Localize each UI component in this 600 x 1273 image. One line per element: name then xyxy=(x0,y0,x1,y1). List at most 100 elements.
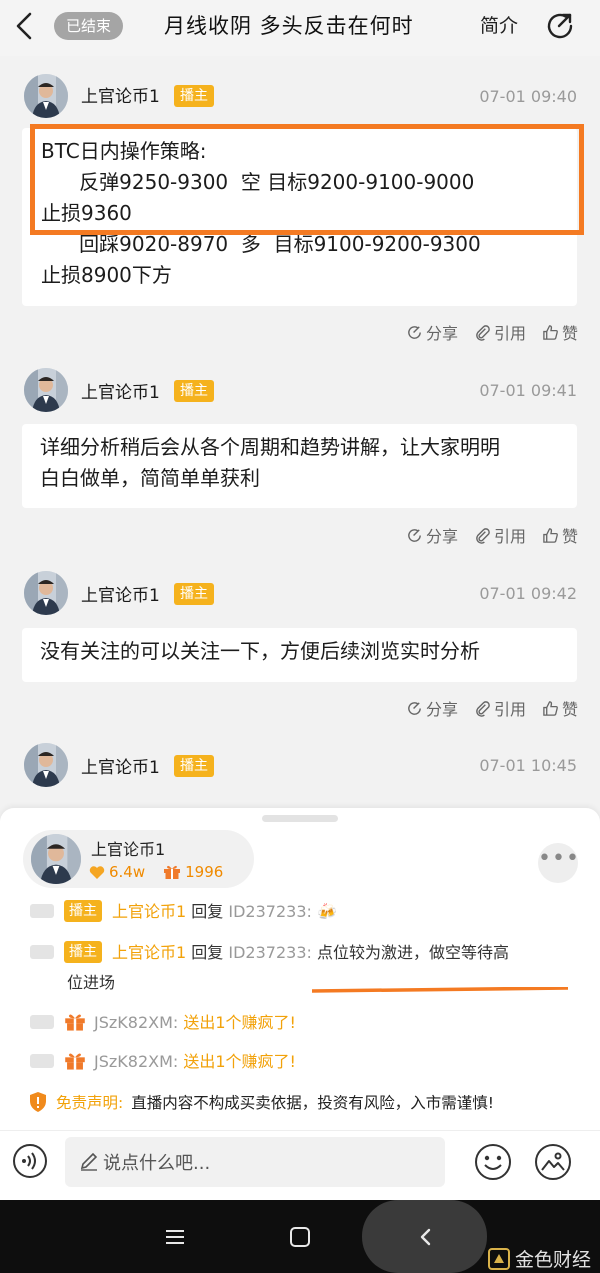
chat-text: 送出1个赚疯了! xyxy=(183,1013,296,1032)
host-badge: 播主 xyxy=(64,899,102,922)
host-avatar[interactable] xyxy=(31,834,81,884)
thumbs-up-icon xyxy=(543,324,558,340)
chat-username[interactable]: 上官论币1 xyxy=(112,943,186,962)
chat-text: 点位较为激进，做空等待高 xyxy=(317,943,510,962)
recent-apps-icon[interactable] xyxy=(164,1228,186,1246)
message-line: 详细分析稍后会从各个周期和趋势讲解，让大家明明 xyxy=(40,435,500,459)
nav-back-icon[interactable] xyxy=(416,1227,436,1247)
quote-label: 引用 xyxy=(493,324,526,343)
chat-message: 播主 上官论币1 回复 ID237233: 🍻 xyxy=(30,897,575,927)
drag-handle[interactable] xyxy=(262,815,338,822)
intro-button[interactable]: 简介 xyxy=(480,12,518,40)
host-badge: 播主 xyxy=(174,380,214,402)
avatar[interactable] xyxy=(24,571,68,615)
like-label: 赞 xyxy=(561,324,578,343)
share-icon xyxy=(408,325,421,339)
pencil-icon xyxy=(80,1152,98,1171)
message-line: 止损8900下方 xyxy=(41,263,172,287)
host-stats: 6.4w 1996 xyxy=(89,863,223,881)
quote-button[interactable]: 引用 xyxy=(474,320,526,344)
gift-icon xyxy=(65,1014,85,1031)
chat-message: JSzK82XM: 送出1个赚疯了! xyxy=(30,1008,575,1038)
chat-text-continued: 位进场 xyxy=(67,973,116,992)
share-button[interactable]: 分享 xyxy=(406,696,458,720)
home-icon[interactable] xyxy=(290,1227,310,1247)
host-badge: 播主 xyxy=(64,940,102,963)
reply-target[interactable]: ID237233: xyxy=(228,902,312,921)
avatar[interactable] xyxy=(24,74,68,118)
back-arrow-icon[interactable] xyxy=(10,10,42,42)
like-label: 赞 xyxy=(561,700,578,719)
reply-verb: 回复 xyxy=(191,943,224,962)
post-time: 07-01 09:41 xyxy=(479,381,577,400)
host-badge: 播主 xyxy=(174,755,214,777)
gift-icon xyxy=(164,865,181,879)
paperclip-icon xyxy=(476,324,490,341)
disclaimer: 免责声明: 直播内容不构成买卖依据，投资有风险，入市需谨慎! xyxy=(28,1091,494,1113)
avatar[interactable] xyxy=(24,743,68,787)
disclaimer-text: 直播内容不构成买卖依据，投资有风险，入市需谨慎! xyxy=(131,1094,494,1112)
share-icon[interactable] xyxy=(544,10,576,42)
post-actions: 分享 引用 赞 xyxy=(406,696,578,720)
message-bubble: 详细分析稍后会从各个周期和趋势讲解，让大家明明 白白做单，简简单单获利 xyxy=(22,424,577,508)
page-title: 月线收阴 多头反击在何时 xyxy=(164,14,414,38)
share-label: 分享 xyxy=(425,527,458,546)
share-label: 分享 xyxy=(425,700,458,719)
like-button[interactable]: 赞 xyxy=(542,696,578,720)
post-time: 07-01 10:45 xyxy=(479,756,577,775)
voice-icon[interactable] xyxy=(12,1143,48,1179)
message-bubble: 没有关注的可以关注一下，方便后续浏览实时分析 xyxy=(22,628,577,682)
post-time: 07-01 09:40 xyxy=(479,87,577,106)
like-button[interactable]: 赞 xyxy=(542,320,578,344)
quote-button[interactable]: 引用 xyxy=(474,696,526,720)
user-level-icon xyxy=(30,944,54,959)
like-button[interactable]: 赞 xyxy=(542,523,578,547)
more-options-button[interactable]: ••• xyxy=(538,843,579,883)
share-icon xyxy=(408,701,421,715)
username[interactable]: 上官论币1 xyxy=(81,585,160,607)
chat-text: 送出1个赚疯了! xyxy=(183,1052,296,1071)
quote-label: 引用 xyxy=(493,700,526,719)
top-bar: 已结束 月线收阴 多头反击在何时 简介 xyxy=(0,0,600,56)
username[interactable]: 上官论币1 xyxy=(81,757,160,779)
comment-input[interactable]: 说点什么吧... xyxy=(65,1137,445,1187)
share-icon xyxy=(408,528,421,542)
post-actions: 分享 引用 赞 xyxy=(406,523,578,547)
like-label: 赞 xyxy=(561,527,578,546)
username[interactable]: 上官论币1 xyxy=(81,382,160,404)
host-card[interactable]: 上官论币1 6.4w 1996 xyxy=(23,830,254,888)
message-line: 白白做单，简简单单获利 xyxy=(40,466,260,490)
gift-count: 1996 xyxy=(185,863,224,881)
emoji-icon[interactable] xyxy=(474,1143,512,1181)
input-placeholder: 说点什么吧... xyxy=(103,1153,211,1174)
post-actions: 分享 引用 赞 xyxy=(406,320,578,344)
message-line: 没有关注的可以关注一下，方便后续浏览实时分析 xyxy=(40,639,480,663)
logo-icon xyxy=(488,1247,510,1270)
fans-count: 6.4w xyxy=(109,863,146,881)
user-level-icon xyxy=(30,903,54,918)
shield-icon xyxy=(30,1092,46,1112)
avatar[interactable] xyxy=(24,368,68,412)
share-button[interactable]: 分享 xyxy=(406,320,458,344)
chat-username[interactable]: JSzK82XM: xyxy=(94,1013,178,1032)
user-level-icon xyxy=(30,1014,54,1029)
quote-button[interactable]: 引用 xyxy=(474,523,526,547)
gift-icon xyxy=(65,1053,85,1070)
paperclip-icon xyxy=(476,700,490,717)
chat-username[interactable]: JSzK82XM: xyxy=(94,1052,178,1071)
host-name: 上官论币1 xyxy=(91,840,166,859)
paperclip-icon xyxy=(476,527,490,544)
share-label: 分享 xyxy=(425,324,458,343)
post-time: 07-01 09:42 xyxy=(479,584,577,603)
reply-verb: 回复 xyxy=(191,902,224,921)
share-button[interactable]: 分享 xyxy=(406,523,458,547)
ended-status-badge: 已结束 xyxy=(54,12,124,40)
image-icon[interactable] xyxy=(534,1143,572,1181)
chat-text: 🍻 xyxy=(317,902,337,921)
watermark: 金色财经 xyxy=(488,1245,591,1272)
heart-icon xyxy=(89,865,105,879)
username[interactable]: 上官论币1 xyxy=(81,86,160,108)
reply-target[interactable]: ID237233: xyxy=(228,943,312,962)
chat-username[interactable]: 上官论币1 xyxy=(112,902,186,921)
watermark-text: 金色财经 xyxy=(515,1249,592,1271)
